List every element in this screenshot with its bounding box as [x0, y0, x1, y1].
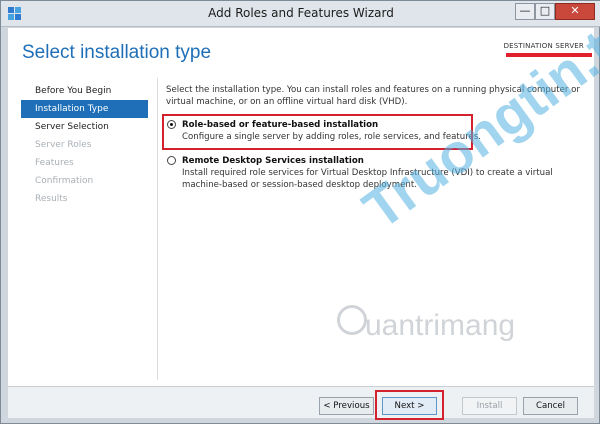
minimize-icon[interactable]: — [515, 3, 535, 20]
wizard-nav: Before You Begin Installation Type Serve… [21, 82, 148, 208]
wizard-window: Add Roles and Features Wizard — □ ✕ Sele… [0, 0, 600, 424]
nav-item-results: Results [35, 194, 68, 204]
window-title: Add Roles and Features Wizard [208, 6, 394, 20]
watermark-logo-icon [337, 305, 367, 335]
nav-item-before-you-begin[interactable]: Before You Begin [21, 82, 148, 100]
cancel-button[interactable]: Cancel [523, 397, 578, 415]
nav-item-features: Features [35, 158, 74, 168]
previous-button[interactable]: < Previous [319, 397, 374, 415]
maximize-icon[interactable]: □ [535, 3, 555, 20]
radio-remote-desktop[interactable] [167, 156, 176, 165]
page-title: Select installation type [22, 42, 212, 63]
title-bar: Add Roles and Features Wizard — □ ✕ [1, 1, 600, 27]
nav-item-installation-type[interactable]: Installation Type [21, 100, 148, 118]
nav-item-server-selection[interactable]: Server Selection [21, 118, 148, 136]
nav-item-confirmation: Confirmation [35, 176, 94, 186]
nav-item-server-roles: Server Roles [35, 140, 92, 150]
watermark-secondary: uantrimang [365, 309, 516, 342]
nav-divider [157, 78, 158, 380]
next-highlight-box [375, 390, 444, 420]
install-button: Install [462, 397, 517, 415]
